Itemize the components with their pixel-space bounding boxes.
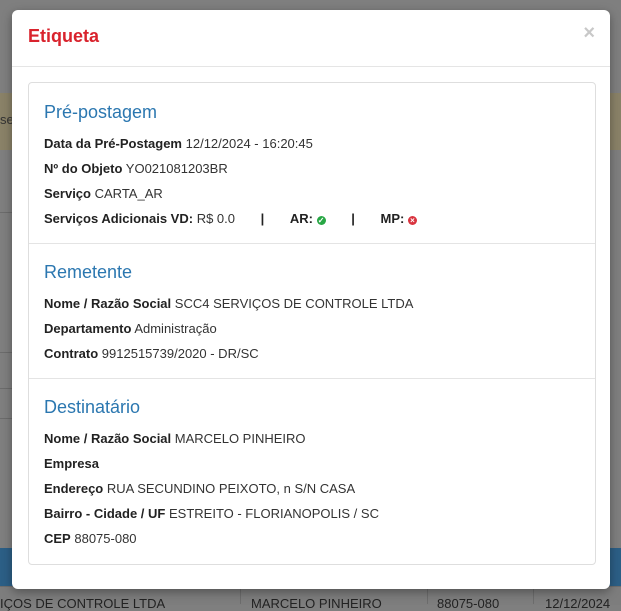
field-value: CARTA_AR: [94, 186, 163, 201]
field-label: Data da Pré-Postagem: [44, 136, 182, 151]
field-label: CEP: [44, 531, 71, 546]
check-icon: ✓: [316, 216, 326, 225]
field-value: R$ 0.0: [196, 211, 236, 226]
contrato-field: Contrato 9912515739/2020 - DR/SC: [44, 346, 259, 361]
field-label: Nº do Objeto: [44, 161, 123, 176]
destinatario-section: Destinatário Nome / Razão Social MARCELO…: [29, 379, 595, 564]
cep-field: CEP 88075-080: [44, 531, 137, 546]
servico-field: Serviço CARTA_AR: [44, 186, 163, 201]
remetente-nome-field: Nome / Razão Social SCC4 SERVIÇOS DE CON…: [44, 296, 413, 311]
separator: |: [260, 211, 265, 226]
field-label: Serviços Adicionais VD:: [44, 211, 194, 226]
field-value: 88075-080: [74, 531, 137, 546]
field-value: SCC4 SERVIÇOS DE CONTROLE LTDA: [174, 296, 414, 311]
etiqueta-modal: Etiqueta × Pré-postagem Data da Pré-Post…: [12, 10, 610, 589]
field-label: Endereço: [44, 481, 104, 496]
endereco-field: Endereço RUA SECUNDINO PEIXOTO, n S/N CA…: [44, 481, 355, 496]
field-value: RUA SECUNDINO PEIXOTO, n S/N CASA: [106, 481, 356, 496]
cross-icon: ×: [408, 216, 417, 225]
field-label: Departamento: [44, 321, 132, 336]
section-heading: Remetente: [44, 262, 133, 282]
servicos-adicionais-field: Serviços Adicionais VD: R$ 0.0 | AR: ✓ |…: [44, 211, 417, 226]
section-heading: Pré-postagem: [44, 102, 158, 122]
field-value: MARCELO PINHEIRO: [174, 431, 306, 446]
field-label: Serviço: [44, 186, 91, 201]
modal-title: Etiqueta: [28, 26, 100, 46]
ar-label: AR:: [289, 211, 314, 226]
field-value: 9912515739/2020 - DR/SC: [101, 346, 259, 361]
numero-objeto-field: Nº do Objeto YO021081203BR: [44, 161, 228, 176]
remetente-section: Remetente Nome / Razão Social SCC4 SERVI…: [29, 244, 595, 379]
mp-label: MP:: [380, 211, 405, 226]
bairro-cidade-uf-field: Bairro - Cidade / UF ESTREITO - FLORIANO…: [44, 506, 379, 521]
field-label: Nome / Razão Social: [44, 431, 172, 446]
modal-header: Etiqueta ×: [12, 10, 610, 67]
destinatario-nome-field: Nome / Razão Social MARCELO PINHEIRO: [44, 431, 306, 446]
details-panel: Pré-postagem Data da Pré-Postagem 12/12/…: [28, 82, 596, 565]
data-pre-postagem-field: Data da Pré-Postagem 12/12/2024 - 16:20:…: [44, 136, 313, 151]
field-label: Contrato: [44, 346, 99, 361]
field-label: Empresa: [44, 456, 99, 471]
empresa-field: Empresa: [44, 456, 99, 471]
section-heading: Destinatário: [44, 397, 141, 417]
departamento-field: Departamento Administração: [44, 321, 217, 336]
separator: |: [351, 211, 355, 226]
field-value: ESTREITO - FLORIANOPOLIS / SC: [168, 506, 379, 521]
field-value: Administração: [134, 321, 217, 336]
close-icon[interactable]: ×: [583, 23, 595, 43]
field-label: Bairro - Cidade / UF: [44, 506, 166, 521]
field-value: 12/12/2024 - 16:20:45: [185, 136, 313, 151]
pre-postagem-section: Pré-postagem Data da Pré-Postagem 12/12/…: [29, 83, 595, 244]
field-label: Nome / Razão Social: [44, 296, 172, 311]
field-value: YO021081203BR: [125, 161, 228, 176]
